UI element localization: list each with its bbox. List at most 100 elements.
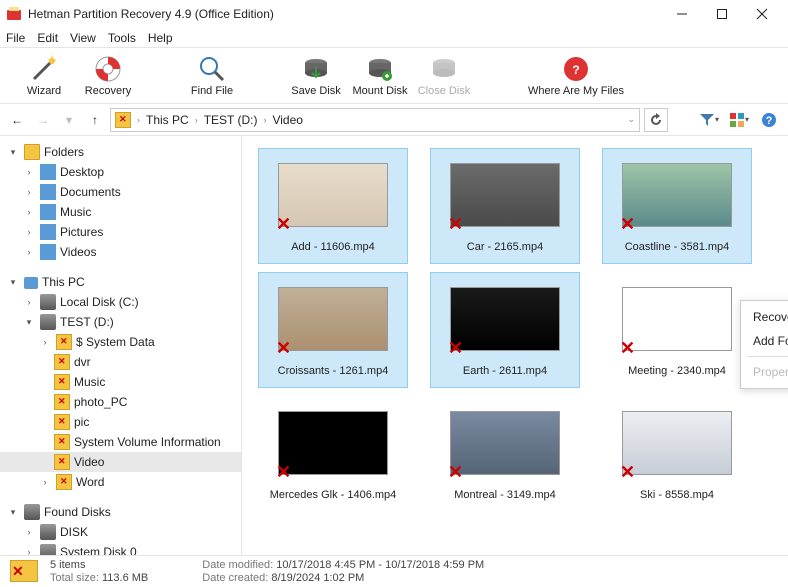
documents-icon — [40, 184, 56, 200]
tree-found[interactable]: ▾Found Disks — [0, 502, 241, 522]
chevron-right-icon: › — [263, 115, 266, 125]
nav-forward: → — [32, 109, 54, 131]
thumbnail — [450, 163, 560, 227]
lifebuoy-icon — [94, 55, 122, 83]
file-grid[interactable]: ✕Add - 11606.mp4 ✕Car - 2165.mp4 ✕Coastl… — [242, 136, 788, 555]
nav-up[interactable]: ↑ — [84, 109, 106, 131]
thumbnail — [450, 411, 560, 475]
window-title: Hetman Partition Recovery 4.9 (Office Ed… — [28, 7, 662, 21]
tree-testd[interactable]: ▾TEST (D:) — [0, 312, 241, 332]
tree-video[interactable]: Video — [0, 452, 241, 472]
menubar: File Edit View Tools Help — [0, 28, 788, 48]
file-item[interactable]: ✕Coastline - 3581.mp4 — [602, 148, 752, 264]
file-item[interactable]: ✕Add - 11606.mp4 — [258, 148, 408, 264]
mountdisk-button[interactable]: Mount Disk — [348, 55, 412, 97]
file-item[interactable]: ✕Meeting - 2340.mp4 — [602, 272, 752, 388]
pc-icon — [24, 277, 38, 289]
thumbnail — [450, 287, 560, 351]
file-item[interactable]: ✕Montreal - 3149.mp4 — [430, 396, 580, 512]
disk-icon — [40, 524, 56, 540]
file-item[interactable]: ✕Car - 2165.mp4 — [430, 148, 580, 264]
funnel-icon — [699, 112, 715, 128]
tree-desktop[interactable]: ›Desktop — [0, 162, 241, 182]
tree-sysdisk0[interactable]: ›System Disk 0 — [0, 542, 241, 555]
titlebar: Hetman Partition Recovery 4.9 (Office Ed… — [0, 0, 788, 28]
file-item[interactable]: ✕Ski - 8558.mp4 — [602, 396, 752, 512]
breadcrumb-pc[interactable]: This PC — [146, 113, 189, 127]
folder-deleted-icon — [54, 354, 70, 370]
minimize-button[interactable] — [662, 0, 702, 28]
menu-help[interactable]: Help — [148, 31, 173, 45]
disk-icon — [40, 314, 56, 330]
question-icon: ? — [761, 112, 777, 128]
svg-text:?: ? — [766, 115, 773, 127]
thumbnail — [622, 411, 732, 475]
where-button[interactable]: ? Where Are My Files — [516, 55, 636, 97]
disk-icon — [40, 544, 56, 555]
folder-deleted-icon — [56, 474, 72, 490]
separator — [747, 356, 788, 357]
disk-icon — [40, 294, 56, 310]
disk-save-icon — [302, 55, 330, 83]
breadcrumb-drive[interactable]: TEST (D:) — [204, 113, 258, 127]
file-item[interactable]: ✕Mercedes Glk - 1406.mp4 — [258, 396, 408, 512]
menu-edit[interactable]: Edit — [37, 31, 58, 45]
breadcrumb-folder[interactable]: Video — [272, 113, 302, 127]
tree-dvr[interactable]: dvr — [0, 352, 241, 372]
tree-documents[interactable]: ›Documents — [0, 182, 241, 202]
disk-icon — [24, 504, 40, 520]
tree-videos[interactable]: ›Videos — [0, 242, 241, 262]
ctx-add-recovery[interactable]: Add For Recovery — [741, 329, 788, 353]
menu-tools[interactable]: Tools — [108, 31, 136, 45]
disk-close-icon — [430, 55, 458, 83]
deleted-icon: ✕ — [276, 462, 291, 483]
tree-localc[interactable]: ›Local Disk (C:) — [0, 292, 241, 312]
closedisk-button: Close Disk — [412, 55, 476, 97]
savedisk-button[interactable]: Save Disk — [284, 55, 348, 97]
menu-file[interactable]: File — [6, 31, 25, 45]
folder-deleted-icon — [54, 454, 70, 470]
findfile-button[interactable]: Find File — [180, 55, 244, 97]
folder-tree[interactable]: ▾Folders ›Desktop ›Documents ›Music ›Pic… — [0, 136, 242, 555]
deleted-icon: ✕ — [276, 338, 291, 359]
tree-word[interactable]: ›Word — [0, 472, 241, 492]
nav-history[interactable]: ▾ — [58, 109, 80, 131]
thumbnail — [622, 287, 732, 351]
tree-pic[interactable]: pic — [0, 412, 241, 432]
navbar: ← → ▾ ↑ › This PC › TEST (D:) › Video ⌄ … — [0, 104, 788, 136]
tree-photopc[interactable]: photo_PC — [0, 392, 241, 412]
breadcrumb[interactable]: › This PC › TEST (D:) › Video ⌄ — [110, 108, 640, 132]
tree-music2[interactable]: Music — [0, 372, 241, 392]
wizard-button[interactable]: Wizard — [12, 55, 76, 97]
tree-music[interactable]: ›Music — [0, 202, 241, 222]
ctx-recovery[interactable]: RecoveryCtrl+R — [741, 305, 788, 329]
refresh-button[interactable] — [644, 108, 668, 132]
folder-deleted-icon — [54, 414, 70, 430]
file-item[interactable]: ✕Earth - 2611.mp4 — [430, 272, 580, 388]
thumbnail — [278, 163, 388, 227]
maximize-button[interactable] — [702, 0, 742, 28]
folder-deleted-icon — [56, 334, 72, 350]
deleted-icon: ✕ — [448, 214, 463, 235]
tree-thispc[interactable]: ▾This PC — [0, 272, 241, 292]
tree-sysvol[interactable]: System Volume Information — [0, 432, 241, 452]
deleted-icon: ✕ — [276, 214, 291, 235]
file-item[interactable]: ✕Croissants - 1261.mp4 — [258, 272, 408, 388]
disk-mount-icon — [366, 55, 394, 83]
thumbnails-icon — [729, 112, 745, 128]
close-button[interactable] — [742, 0, 782, 28]
help-button[interactable]: ? — [756, 108, 782, 132]
tree-disk[interactable]: ›DISK — [0, 522, 241, 542]
nav-back[interactable]: ← — [6, 109, 28, 131]
recovery-button[interactable]: Recovery — [76, 55, 140, 97]
tree-folders[interactable]: ▾Folders — [0, 142, 241, 162]
chevron-down-icon[interactable]: ⌄ — [627, 114, 635, 125]
menu-view[interactable]: View — [70, 31, 96, 45]
thumbnail — [278, 411, 388, 475]
tree-sysdata[interactable]: ›$ System Data — [0, 332, 241, 352]
tree-pictures[interactable]: ›Pictures — [0, 222, 241, 242]
filter-button[interactable]: ▾ — [696, 108, 722, 132]
deleted-icon: ✕ — [448, 462, 463, 483]
view-button[interactable]: ▾ — [726, 108, 752, 132]
desktop-icon — [40, 164, 56, 180]
